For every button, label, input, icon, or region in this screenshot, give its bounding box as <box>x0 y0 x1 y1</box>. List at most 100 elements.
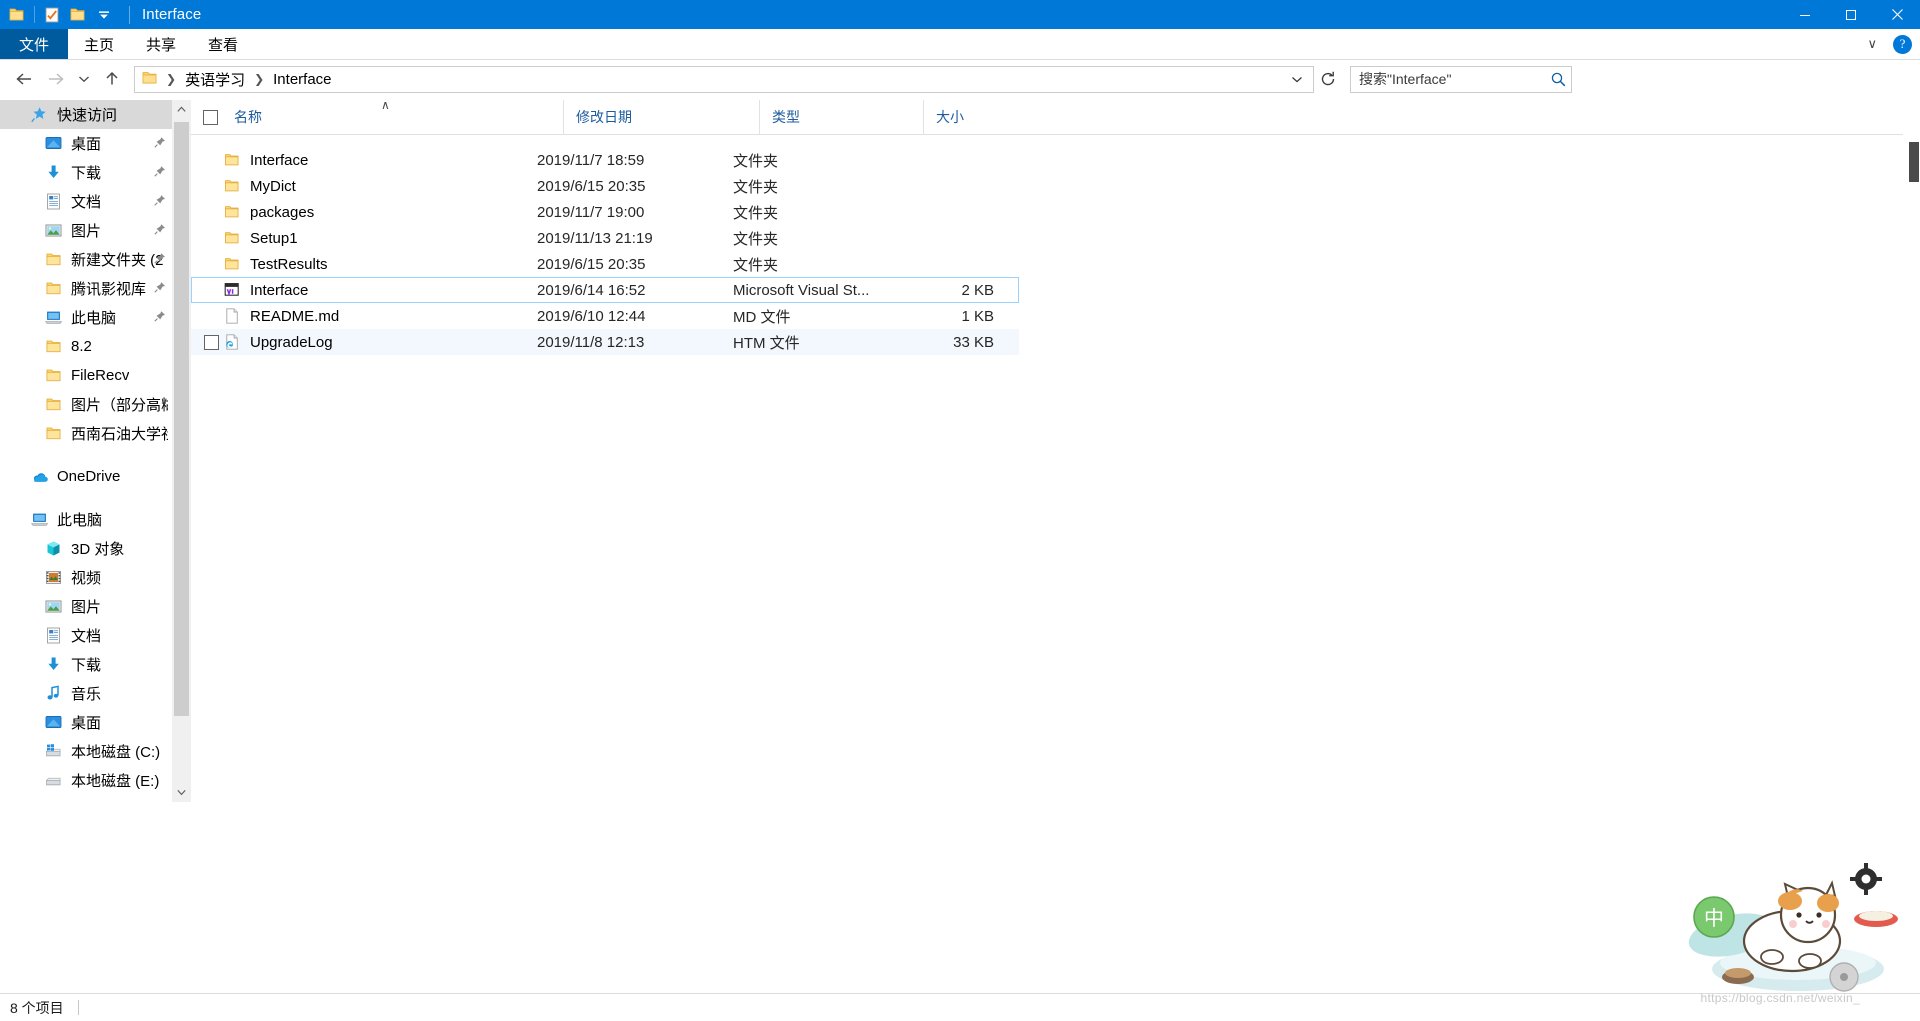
column-header-type[interactable]: 类型 <box>759 99 923 135</box>
sidebar-item-this-pc-pinned[interactable]: 此电脑 <box>0 303 172 332</box>
sidebar-label: 快速访问 <box>57 107 118 124</box>
back-button[interactable] <box>8 64 40 94</box>
file-name: Interface <box>250 151 309 169</box>
sidebar-item-local-disk-e[interactable]: 本地磁盘 (E:) <box>0 766 172 795</box>
sidebar-label: 音乐 <box>71 686 102 703</box>
search-icon[interactable] <box>1550 71 1567 88</box>
new-folder-icon[interactable] <box>65 2 91 28</box>
file-name-cell: Interface <box>192 151 537 169</box>
sidebar-item-filerecv[interactable]: FileRecv <box>0 361 172 390</box>
breadcrumb-separator-icon[interactable]: ❯ <box>161 72 181 86</box>
tab-share[interactable]: 共享 <box>130 29 192 59</box>
pin-icon[interactable] <box>154 165 166 177</box>
pin-icon[interactable] <box>154 136 166 148</box>
table-row[interactable]: Interface 2019/11/7 18:59 文件夹 <box>191 147 1920 173</box>
column-header-name[interactable]: 名称 <box>218 100 563 135</box>
sidebar-item-this-pc[interactable]: 此电脑 <box>0 505 172 534</box>
sidebar-label: 桌面 <box>71 136 102 153</box>
sidebar-item-quick-access[interactable]: 快速访问 <box>0 100 172 129</box>
folder-icon <box>223 229 241 247</box>
minimize-button[interactable] <box>1782 0 1828 29</box>
scroll-down-icon[interactable] <box>172 783 191 802</box>
file-date: 2019/11/8 12:13 <box>537 333 645 351</box>
breadcrumb-separator-icon[interactable]: ❯ <box>249 72 269 86</box>
breadcrumb-item-1[interactable]: Interface <box>269 69 335 90</box>
file-type: HTM 文件 <box>733 334 800 352</box>
sidebar-label: 图片（部分高糊 <box>71 397 168 414</box>
help-icon[interactable]: ? <box>1893 34 1912 54</box>
folder-icon <box>223 255 241 273</box>
chevron-down-icon[interactable]: ∨ <box>1861 36 1883 52</box>
quick-access-toolbar <box>0 0 117 29</box>
file-list-pane: ∧ 名称 修改日期 类型 大小 Interface 2019/11/7 18:5… <box>191 98 1920 802</box>
pin-icon[interactable] <box>154 252 166 264</box>
select-all-checkbox[interactable] <box>203 109 218 125</box>
sidebar-item-new-folder[interactable]: 新建文件夹 (2 <box>0 245 172 274</box>
sidebar-item-pictures-folder[interactable]: 图片（部分高糊 <box>0 390 172 419</box>
sidebar-item-documents[interactable]: 文档 <box>0 187 172 216</box>
sidebar-item-3d-objects[interactable]: 3D 对象 <box>0 534 172 563</box>
breadcrumb-dropdown-icon[interactable] <box>1283 75 1311 84</box>
file-list-scrollbar[interactable] <box>1903 100 1920 802</box>
scrollbar-thumb[interactable] <box>1909 142 1919 182</box>
column-header-size[interactable]: 大小 <box>923 99 1028 135</box>
table-row-selected[interactable]: Interface 2019/6/14 16:52 Microsoft Visu… <box>191 277 1019 303</box>
search-input[interactable]: 搜索"Interface" <box>1359 69 1550 89</box>
row-checkbox[interactable] <box>204 335 219 350</box>
scrollbar-thumb[interactable] <box>174 122 189 716</box>
sidebar-item-downloads-pc[interactable]: 下载 <box>0 650 172 679</box>
sidebar-item-tencent-video[interactable]: 腾讯影视库 <box>0 274 172 303</box>
up-button[interactable] <box>96 64 128 94</box>
customize-dropdown-icon[interactable] <box>91 2 117 28</box>
tab-home[interactable]: 主页 <box>68 29 130 59</box>
sidebar-label: 文档 <box>71 194 102 211</box>
maximize-button[interactable] <box>1828 0 1874 29</box>
tab-view[interactable]: 查看 <box>192 29 254 59</box>
table-row[interactable]: Setup1 2019/11/13 21:19 文件夹 <box>191 225 1920 251</box>
file-type: MD 文件 <box>733 308 791 326</box>
sidebar-item-swpu-folder[interactable]: 西南石油大学社 <box>0 419 172 448</box>
sidebar-item-onedrive[interactable]: OneDrive <box>0 462 172 491</box>
search-box[interactable]: 搜索"Interface" <box>1350 65 1572 93</box>
folder-icon <box>223 203 241 221</box>
file-date: 2019/11/7 19:00 <box>537 203 645 221</box>
table-row[interactable]: README.md 2019/6/10 12:44 MD 文件 1 KB <box>191 303 1019 329</box>
onedrive-icon <box>30 467 50 487</box>
sidebar-label: 桌面 <box>71 715 102 732</box>
breadcrumb-bar[interactable]: ❯ 英语学习 ❯ Interface <box>134 65 1314 93</box>
tab-file[interactable]: 文件 <box>0 29 68 59</box>
sidebar-item-music[interactable]: 音乐 <box>0 679 172 708</box>
pin-icon[interactable] <box>154 194 166 206</box>
sidebar-item-documents-pc[interactable]: 文档 <box>0 621 172 650</box>
navigation-scrollbar[interactable] <box>172 100 191 802</box>
table-row[interactable]: MyDict 2019/6/15 20:35 文件夹 <box>191 173 1920 199</box>
sidebar-item-pictures-pc[interactable]: 图片 <box>0 592 172 621</box>
column-header-date[interactable]: 修改日期 <box>563 99 759 135</box>
properties-icon[interactable] <box>39 2 65 28</box>
navigation-pane[interactable]: 快速访问 桌面 下载 文档 图片 新建文件夹 (2 腾讯影视库 此电脑 8.2 … <box>0 100 172 802</box>
sidebar-item-local-disk-c[interactable]: 本地磁盘 (C:) <box>0 737 172 766</box>
recent-locations-button[interactable] <box>72 64 96 94</box>
forward-button[interactable] <box>40 64 72 94</box>
sidebar-item-8-2[interactable]: 8.2 <box>0 332 172 361</box>
sidebar-item-downloads[interactable]: 下载 <box>0 158 172 187</box>
table-row[interactable]: packages 2019/11/7 19:00 文件夹 <box>191 199 1920 225</box>
sidebar-item-videos[interactable]: 视频 <box>0 563 172 592</box>
documents-icon <box>44 192 64 212</box>
pin-icon[interactable] <box>154 223 166 235</box>
table-row[interactable]: TestResults 2019/6/15 20:35 文件夹 <box>191 251 1920 277</box>
table-row-hovered[interactable]: UpgradeLog 2019/11/8 12:13 HTM 文件 33 KB <box>191 329 1019 355</box>
close-button[interactable] <box>1874 0 1920 29</box>
scroll-up-icon[interactable] <box>172 100 191 119</box>
file-date: 2019/6/15 20:35 <box>537 177 646 195</box>
sidebar-item-pictures[interactable]: 图片 <box>0 216 172 245</box>
file-name: packages <box>250 203 315 221</box>
sidebar-item-desktop[interactable]: 桌面 <box>0 129 172 158</box>
sidebar-item-desktop-pc[interactable]: 桌面 <box>0 708 172 737</box>
refresh-button[interactable] <box>1314 64 1342 94</box>
folder-icon[interactable] <box>4 2 30 28</box>
pin-icon[interactable] <box>154 310 166 322</box>
breadcrumb-item-0[interactable]: 英语学习 <box>181 67 249 92</box>
pin-icon[interactable] <box>154 281 166 293</box>
file-type: 文件夹 <box>733 230 779 248</box>
